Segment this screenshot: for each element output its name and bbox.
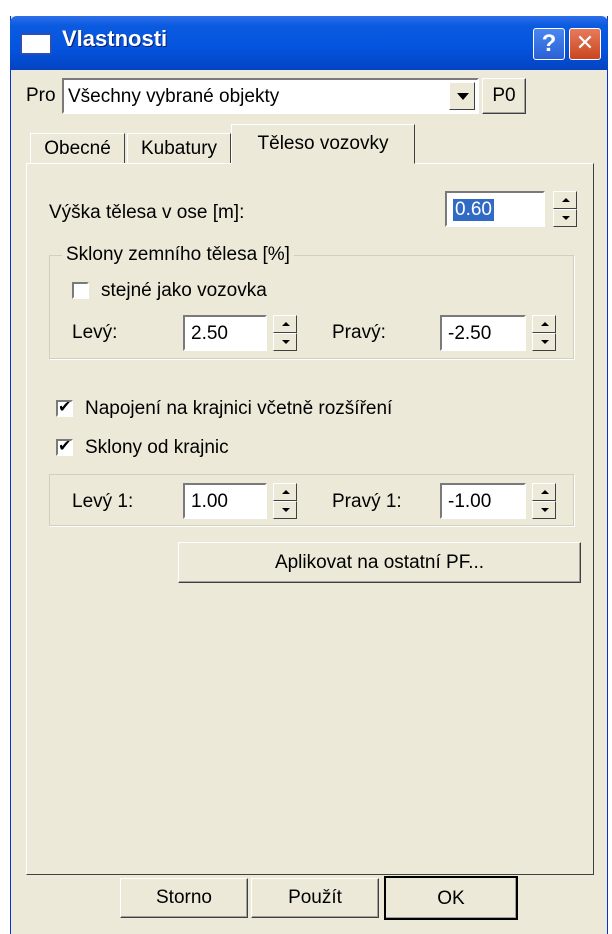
title-bar[interactable]: Vlastnosti ? ✕	[10, 16, 608, 70]
cancel-button[interactable]: Storno	[120, 878, 248, 918]
spin-up-icon[interactable]	[532, 315, 556, 333]
spin-down-icon[interactable]	[273, 501, 297, 519]
same-as-road-label: stejné jako vozovka	[101, 280, 267, 301]
left1-input[interactable]: 1.00	[183, 483, 267, 519]
right1-value: -1.00	[448, 491, 492, 512]
left-slope-input[interactable]: 2.50	[183, 315, 267, 351]
height-input[interactable]: 0.60	[445, 191, 545, 227]
spin-down-icon[interactable]	[532, 501, 556, 519]
apply-button[interactable]: Použít	[251, 878, 379, 918]
right-slope-value: -2.50	[448, 323, 492, 344]
close-button[interactable]: ✕	[569, 28, 601, 60]
ok-button[interactable]: OK	[384, 876, 518, 920]
right1-input[interactable]: -1.00	[440, 483, 526, 519]
right1-spinner[interactable]	[532, 483, 556, 519]
left-slope-value: 2.50	[191, 323, 228, 344]
window-title: Vlastnosti	[62, 26, 168, 51]
height-label: Výška tělesa v ose [m]:	[49, 202, 245, 223]
tab-volumes[interactable]: Kubatury	[127, 133, 231, 164]
left1-label: Levý 1:	[72, 491, 134, 512]
window-icon	[20, 33, 52, 55]
p0-button[interactable]: P0	[482, 78, 526, 114]
object-select-value: Všechny vybrané objekty	[68, 86, 280, 107]
spin-up-icon[interactable]	[553, 191, 577, 209]
connect-shoulder-checkbox[interactable]	[56, 397, 73, 417]
shoulder-slopes-label: Sklony od krajnic	[85, 437, 229, 458]
tab-road-body[interactable]: Těleso vozovky	[231, 124, 415, 164]
shoulder-slopes-checkbox[interactable]	[56, 436, 73, 456]
spin-up-icon[interactable]	[273, 315, 297, 333]
right1-label: Pravý 1:	[332, 491, 402, 512]
slopes-group-title: Sklony zemního tělesa [%]	[62, 244, 294, 266]
left1-spinner[interactable]	[273, 483, 297, 519]
right-slope-label: Pravý:	[332, 322, 386, 343]
help-button[interactable]: ?	[533, 28, 565, 60]
left-slope-spinner[interactable]	[273, 315, 297, 351]
right-slope-spinner[interactable]	[532, 315, 556, 351]
connect-shoulder-label: Napojení na krajnici včetně rozšíření	[85, 398, 393, 419]
right-slope-input[interactable]: -2.50	[440, 315, 526, 351]
left1-value: 1.00	[191, 491, 228, 512]
spin-down-icon[interactable]	[553, 209, 577, 227]
spin-down-icon[interactable]	[532, 333, 556, 351]
left-slope-label: Levý:	[72, 322, 118, 343]
object-select[interactable]: Všechny vybrané objekty	[62, 78, 479, 114]
height-value: 0.60	[453, 199, 494, 221]
spin-down-icon[interactable]	[273, 333, 297, 351]
same-as-road-checkbox[interactable]	[72, 282, 89, 299]
apply-to-others-button[interactable]: Aplikovat na ostatní PF...	[178, 542, 581, 583]
chevron-down-icon[interactable]	[449, 82, 475, 110]
spin-up-icon[interactable]	[273, 483, 297, 501]
tab-general[interactable]: Obecné	[30, 133, 125, 164]
height-spinner[interactable]	[553, 191, 577, 227]
spin-up-icon[interactable]	[532, 483, 556, 501]
for-label: Pro	[26, 85, 56, 106]
